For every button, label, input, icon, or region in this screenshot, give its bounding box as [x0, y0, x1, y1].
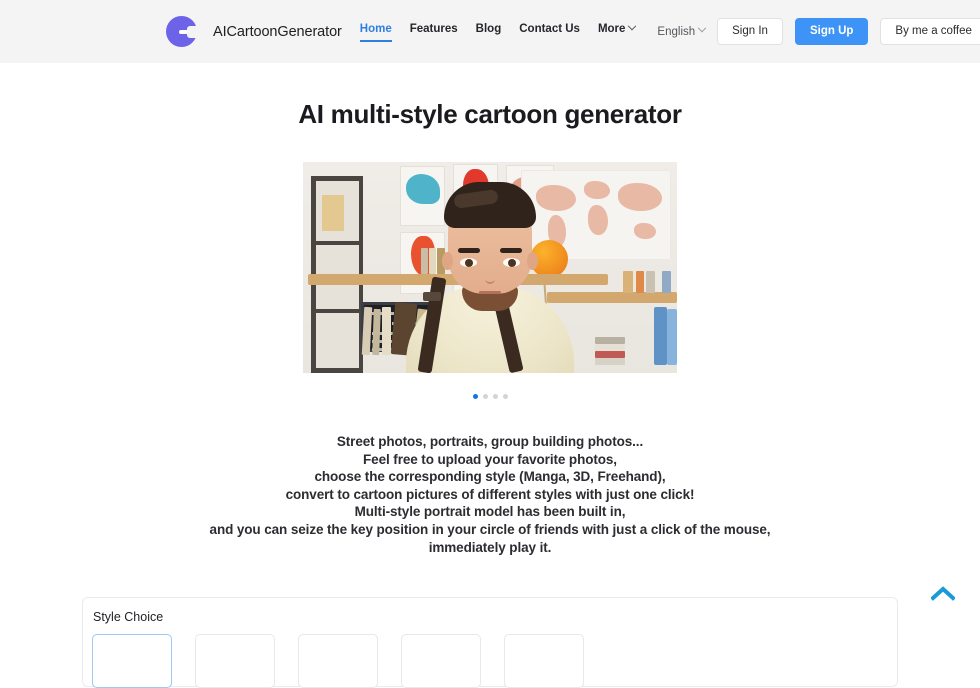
book — [654, 307, 667, 365]
cartoon-c-logo-icon — [166, 16, 197, 47]
page-title: AI multi-style cartoon generator — [0, 99, 980, 130]
book — [636, 271, 644, 293]
brand-name: AICartoonGenerator — [213, 24, 342, 40]
description-block: Street photos, portraits, group building… — [0, 433, 980, 556]
book — [595, 351, 625, 358]
book — [662, 271, 671, 293]
description-line: convert to cartoon pictures of different… — [0, 486, 980, 504]
map-landmass — [618, 183, 662, 211]
description-line: and you can seize the key position in yo… — [0, 521, 980, 539]
continent-shape — [406, 174, 440, 204]
brand-logo[interactable]: AICartoonGenerator — [166, 16, 342, 47]
carousel-dot-4[interactable] — [503, 394, 508, 399]
style-card-5[interactable] — [504, 634, 584, 688]
nav-item-more-label: More — [598, 23, 625, 35]
book — [382, 307, 391, 355]
eye-left — [460, 258, 477, 267]
sign-up-button[interactable]: Sign Up — [795, 18, 868, 46]
eye-right — [503, 258, 520, 267]
nav-item-contact-us[interactable]: Contact Us — [519, 19, 580, 44]
chevron-down-icon — [628, 22, 636, 30]
map-landmass — [536, 185, 576, 211]
book — [667, 309, 677, 365]
eyebrow-left — [458, 248, 480, 253]
map-landmass — [634, 223, 656, 239]
book — [595, 358, 625, 365]
style-choice-panel: Style Choice — [82, 597, 898, 687]
shelf-plank-right — [547, 292, 677, 303]
chevron-up-icon — [931, 585, 955, 601]
carousel-dot-1[interactable] — [473, 394, 478, 399]
strap-buckle — [423, 292, 441, 301]
style-card-3[interactable] — [298, 634, 378, 688]
description-line: immediately play it. — [0, 539, 980, 557]
buy-me-a-coffee-button[interactable]: By me a coffee — [880, 18, 980, 46]
description-line: Street photos, portraits, group building… — [0, 433, 980, 451]
book — [646, 271, 655, 293]
map-landmass — [584, 181, 610, 199]
ear-right — [527, 252, 538, 270]
logo-eye-shape — [179, 30, 188, 34]
hero-carousel — [0, 162, 980, 399]
style-card-4[interactable] — [401, 634, 481, 688]
description-line: choose the corresponding style (Manga, 3… — [0, 468, 980, 486]
style-card-2[interactable] — [195, 634, 275, 688]
language-selector[interactable]: English — [657, 26, 705, 38]
map-landmass — [588, 205, 608, 235]
description-line: Multi-style portrait model has been buil… — [0, 503, 980, 521]
nav-item-more[interactable]: More — [598, 19, 635, 44]
style-card-1[interactable] — [92, 634, 172, 688]
ear-left — [442, 252, 453, 270]
chevron-down-icon — [698, 24, 706, 32]
carousel-dot-3[interactable] — [493, 394, 498, 399]
shelf-paper-stack — [322, 195, 344, 231]
sign-in-button[interactable]: Sign In — [717, 18, 783, 46]
poster-north-america — [400, 166, 445, 226]
scroll-to-top-button[interactable] — [928, 578, 958, 608]
nav-item-home[interactable]: Home — [360, 19, 392, 44]
book — [429, 248, 436, 274]
site-header: AICartoonGenerator Home Features Blog Co… — [0, 0, 980, 63]
hero-image[interactable] — [303, 162, 677, 373]
logo-c-gap — [187, 26, 198, 38]
mouth — [479, 291, 501, 294]
nose — [485, 272, 495, 284]
book — [595, 337, 625, 344]
language-label: English — [657, 26, 695, 38]
style-choice-title: Style Choice — [93, 610, 897, 624]
boy-hair — [444, 182, 536, 228]
style-card-row — [92, 634, 897, 688]
book — [623, 271, 633, 293]
nav-item-features[interactable]: Features — [410, 19, 458, 44]
description-line: Feel free to upload your favorite photos… — [0, 451, 980, 469]
carousel-dots — [473, 394, 508, 399]
book — [421, 248, 428, 274]
nav-item-blog[interactable]: Blog — [476, 19, 502, 44]
eyebrow-right — [500, 248, 522, 253]
carousel-dot-2[interactable] — [483, 394, 488, 399]
book — [595, 344, 625, 351]
main-nav: Home Features Blog Contact Us More — [360, 19, 654, 44]
